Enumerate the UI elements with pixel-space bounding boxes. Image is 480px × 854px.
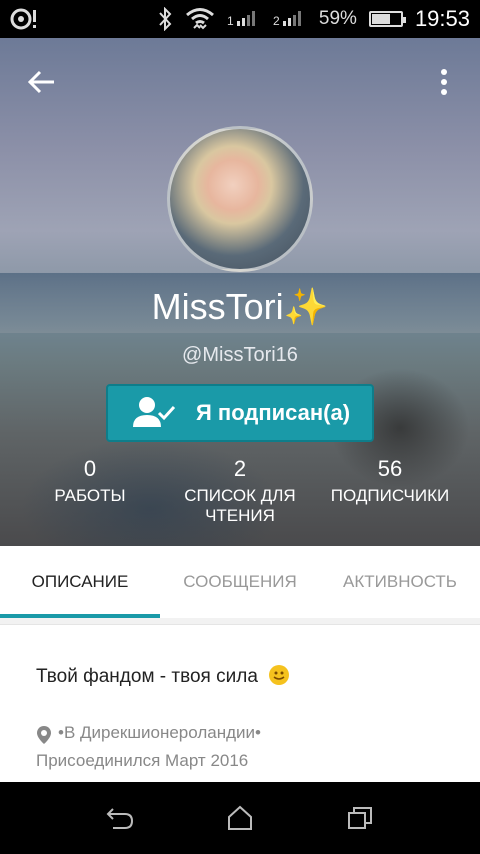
stat-reading-list-label: СПИСОК ДЛЯ ЧТЕНИЯ xyxy=(184,486,296,525)
sd-card-icon xyxy=(10,8,36,30)
status-right: 1 2 59% 19:53 xyxy=(157,6,470,32)
profile-header: MissTori✨ @MissTori16 Я подписан(а) 0 РА… xyxy=(0,38,480,546)
profile-handle: @MissTori16 xyxy=(182,344,298,366)
stat-reading-list-value: 2 xyxy=(233,456,247,481)
clock: 19:53 xyxy=(414,6,470,31)
more-vert-icon xyxy=(441,69,447,95)
avatar[interactable] xyxy=(167,126,313,272)
bluetooth-icon xyxy=(159,7,172,31)
stat-followers-value: 56 xyxy=(377,456,403,481)
stat-works-value: 0 xyxy=(83,456,97,481)
sim2-label: 2 xyxy=(273,14,280,27)
stat-works[interactable]: 0 РАБОТЫ xyxy=(40,456,140,506)
profile-display-name: MissTori✨ xyxy=(151,286,329,327)
person-check-icon xyxy=(124,386,184,440)
tab-messages[interactable]: СООБЩЕНИЯ xyxy=(160,546,320,618)
stat-works-label: РАБОТЫ xyxy=(54,486,126,505)
about-section: Твой фандом - твоя сила •В Дирекшионерол… xyxy=(0,618,480,782)
battery-fill xyxy=(371,14,390,24)
map-pin-icon xyxy=(37,726,51,744)
arrow-left-icon xyxy=(27,70,54,94)
smile-emoji-icon xyxy=(269,665,290,685)
tab-description[interactable]: ОПИСАНИЕ xyxy=(0,546,160,618)
nav-back-icon xyxy=(106,808,134,829)
about-description-row: Твой фандом - твоя сила xyxy=(36,665,290,688)
signal-2-icon: 2 xyxy=(273,7,307,32)
nav-recents-button[interactable] xyxy=(340,798,380,838)
nav-recents-icon xyxy=(348,807,372,829)
nav-home-icon xyxy=(228,805,252,830)
nav-back-button[interactable] xyxy=(100,798,140,838)
wifi-icon xyxy=(185,8,214,30)
stat-reading-list[interactable]: 2 СПИСОК ДЛЯ ЧТЕНИЯ xyxy=(175,456,305,526)
battery-percent: 59% xyxy=(318,8,357,29)
nav-home-button[interactable] xyxy=(220,798,260,838)
overflow-menu-button[interactable] xyxy=(434,66,454,98)
about-description: Твой фандом - твоя сила xyxy=(36,666,258,687)
status-left xyxy=(10,8,40,30)
sim1-label: 1 xyxy=(227,14,234,27)
status-bar: 1 2 59% 19:53 xyxy=(0,0,480,38)
profile-tabs: ОПИСАНИЕ СООБЩЕНИЯ АКТИВНОСТЬ xyxy=(0,546,480,618)
about-card: Твой фандом - твоя сила •В Дирекшионерол… xyxy=(0,624,480,782)
follow-button[interactable]: Я подписан(а) xyxy=(106,384,374,442)
battery-charging-icon xyxy=(368,11,406,27)
about-location: •В Дирекшионероландии• xyxy=(58,723,261,742)
about-joined: Присоединился Март 2016 xyxy=(36,751,249,770)
follow-button-label: Я подписан(а) xyxy=(196,400,351,425)
stat-followers[interactable]: 56 ПОДПИСЧИКИ xyxy=(320,456,460,506)
signal-1-icon: 1 xyxy=(227,7,261,32)
stat-followers-label: ПОДПИСЧИКИ xyxy=(330,486,450,505)
system-nav-bar xyxy=(0,782,480,854)
back-button[interactable] xyxy=(26,66,58,98)
tab-activity[interactable]: АКТИВНОСТЬ xyxy=(320,546,480,618)
